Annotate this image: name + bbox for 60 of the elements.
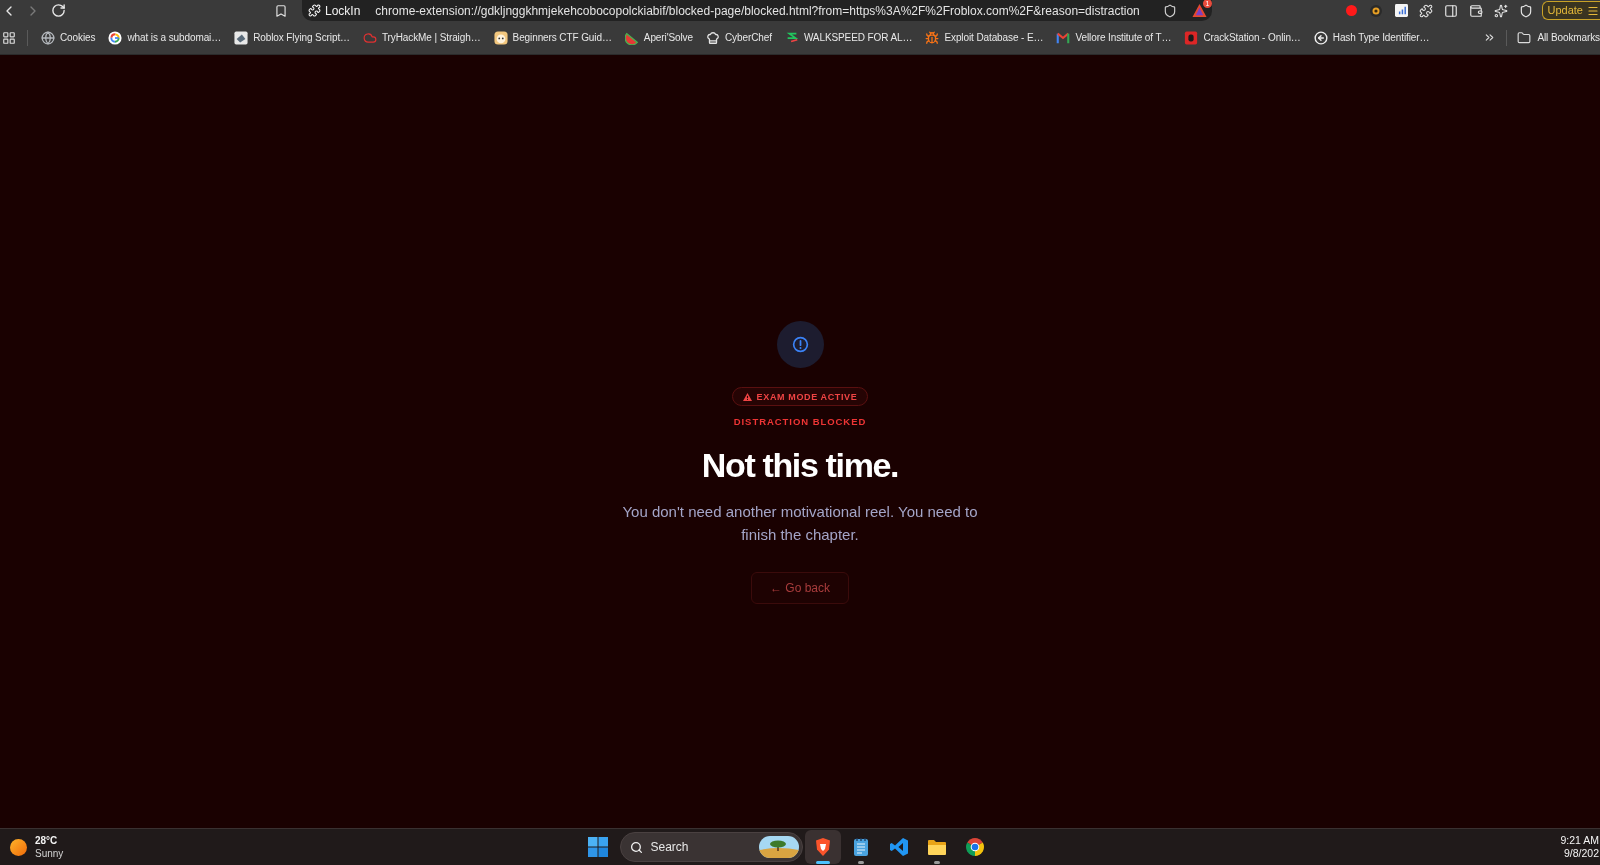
- bookmark-icon[interactable]: [274, 3, 288, 18]
- bookmark-item[interactable]: Beginners CTF Guid…: [487, 25, 618, 50]
- bookmark-item[interactable]: Aperi'Solve: [618, 25, 699, 50]
- picture-icon: [234, 30, 249, 45]
- bookmark-item[interactable]: WALKSPEED FOR AL…: [778, 25, 919, 50]
- folder-icon: [926, 837, 947, 857]
- bookmark-item[interactable]: CyberChef: [700, 25, 778, 50]
- puzzle-icon: [308, 4, 321, 17]
- bookmark-item[interactable]: Cookies: [35, 25, 102, 50]
- shield-icon[interactable]: [1519, 3, 1533, 18]
- weather-condition-label: Sunny: [35, 847, 64, 860]
- sidebar-icon[interactable]: [1444, 3, 1458, 18]
- badge-label: EXAM MODE ACTIVE: [756, 390, 858, 403]
- search-icon: [629, 841, 643, 854]
- bookmark-item[interactable]: Exploit Database - E…: [919, 25, 1050, 50]
- shield-icon[interactable]: [1163, 3, 1177, 18]
- eyebrow-label: DISTRACTION BLOCKED: [733, 415, 867, 429]
- wallet-icon[interactable]: [1469, 3, 1483, 18]
- message-text: You don't need another motivational reel. You need to finish the chapter.: [621, 502, 979, 545]
- bookmark-item[interactable]: what is a subdomai…: [102, 25, 228, 50]
- puzzle-icon[interactable]: [1419, 3, 1433, 18]
- clock-time[interactable]: 9:21 AM: [1560, 834, 1599, 847]
- smiley-icon: [493, 30, 508, 45]
- sparkle-icon[interactable]: [1494, 3, 1508, 18]
- globe-icon: [41, 30, 55, 45]
- bookmark-item[interactable]: Hash Type Identifier…: [1307, 25, 1436, 50]
- bug-icon: [925, 30, 940, 45]
- sun-icon[interactable]: [10, 838, 27, 856]
- bookmark-item[interactable]: Vellore Institute of T…: [1050, 25, 1178, 50]
- temperature-label: 28°C: [35, 834, 59, 847]
- grid-icon[interactable]: [2, 30, 16, 45]
- landscape-icon: [758, 836, 799, 858]
- m-shape-icon: [1056, 30, 1071, 45]
- cloud-icon: [362, 30, 377, 45]
- coin-icon[interactable]: [1370, 4, 1382, 17]
- record-icon[interactable]: [1345, 5, 1357, 16]
- triangle-icon[interactable]: [1192, 3, 1207, 18]
- taskbar-app-button[interactable]: [804, 830, 841, 864]
- bookmark-item[interactable]: TryHackMe | Straigh…: [356, 25, 487, 50]
- url-text[interactable]: chrome-extension://gdkljnggkhmjekehcobocopolckiabif/blocked-page/blocked.html?from=https%3A%2F%2Froblox.com%2F&reason=distraction: [375, 1, 1140, 20]
- chef-hat-icon: [706, 30, 720, 45]
- ribbon-icon: [888, 837, 909, 857]
- four-squares-icon: [587, 837, 608, 857]
- reload-icon[interactable]: [51, 3, 66, 18]
- site-info-chip[interactable]: LockIn: [308, 1, 361, 20]
- warning-icon: [742, 392, 752, 401]
- all-bookmarks-button[interactable]: All Bookmarks: [1513, 25, 1600, 50]
- clock-date[interactable]: 9/8/202: [1563, 847, 1599, 860]
- alert-icon: [776, 321, 824, 368]
- heading: Not this time.: [701, 445, 899, 485]
- circle-logo-icon: [964, 837, 985, 857]
- bookmark-item[interactable]: Roblox Flying Script…: [228, 25, 356, 50]
- update-button[interactable]: Update: [1541, 1, 1600, 20]
- bar-chart-icon[interactable]: [1394, 4, 1408, 17]
- folder-icon: [1517, 30, 1532, 45]
- menu-icon: [1587, 4, 1599, 17]
- bookmark-item[interactable]: CrackStation - Onlin…: [1178, 25, 1307, 50]
- watermelon-icon: [624, 30, 639, 45]
- square-logo-icon: [1184, 30, 1199, 45]
- ring-logo-icon: [108, 30, 123, 45]
